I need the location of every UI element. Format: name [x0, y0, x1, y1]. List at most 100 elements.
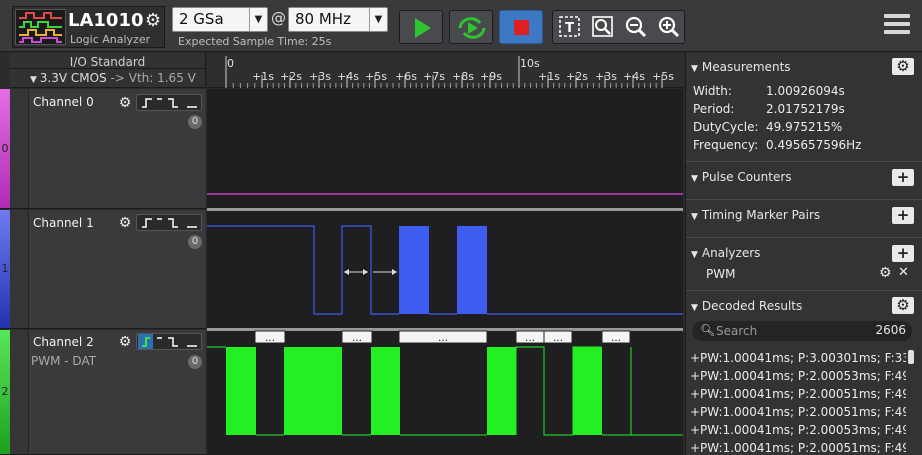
stop-button[interactable]: [499, 10, 543, 44]
decoded-results-title: Decoded Results: [701, 299, 803, 313]
waveform-canvas[interactable]: ………………: [207, 89, 683, 455]
decoded-row[interactable]: +PW:1.00041ms; P:2.00051ms; F:499.: [690, 441, 906, 455]
channel-2-color-tab[interactable]: 2: [0, 330, 10, 454]
measurements-header[interactable]: ▼ Measurements: [691, 60, 791, 74]
ruler-label: +4s: [623, 70, 645, 83]
add-analyzer-button[interactable]: +: [892, 245, 914, 262]
measurement-label: Width:: [693, 84, 732, 98]
device-selector[interactable]: LA1010 Logic Analyzer ⚙: [12, 6, 165, 48]
measurement-label: DutyCycle:: [693, 120, 759, 134]
zoom-out-icon[interactable]: [619, 11, 652, 43]
ruler-label: 0: [227, 57, 234, 70]
toolbar: LA1010 Logic Analyzer ⚙ 2 GSa ▼ @ 80 MHz…: [0, 0, 922, 52]
trigger-edge-icons: [142, 98, 197, 108]
trigger-selector[interactable]: [136, 214, 202, 231]
analyzers-title: Analyzers: [701, 246, 761, 260]
channel-settings-gear-icon[interactable]: ⚙: [117, 95, 133, 111]
time-ruler[interactable]: 0 +1s +2s +3s +4s +5s +6s +7s +8s +9s 10s +1s +2s +3s…: [207, 53, 683, 88]
results-count: 2606: [875, 323, 906, 337]
sample-rate-value: 2 GSa: [179, 10, 224, 28]
timing-markers-title: Timing Marker Pairs: [701, 208, 821, 222]
collapse-triangle-icon: ▼: [691, 303, 698, 313]
divider: [686, 161, 922, 162]
decoded-row[interactable]: +PW:1.00041ms; P:2.00053ms; F:499.: [690, 369, 906, 383]
channel-row-2[interactable]: 2 Channel 2 PWM - DAT ⚙ 0: [0, 330, 206, 455]
loop-run-button[interactable]: [449, 10, 493, 44]
decoded-row[interactable]: +PW:1.00041ms; P:2.00053ms; F:499.: [690, 423, 906, 437]
ruler-label: +6s: [395, 70, 417, 83]
measurements-title: Measurements: [701, 60, 791, 74]
add-pulse-counter-button[interactable]: +: [892, 169, 914, 186]
decoded-results-settings-gear-icon[interactable]: ⚙: [892, 297, 914, 314]
decoded-scrollbar[interactable]: [908, 350, 914, 364]
channel-row-0[interactable]: 0 Channel 0 ⚙ 0: [0, 89, 206, 209]
collapse-triangle-icon: ▼: [691, 250, 698, 260]
add-timing-marker-button[interactable]: +: [892, 207, 914, 224]
analyzer-item[interactable]: PWM: [706, 267, 735, 281]
divider: [686, 290, 922, 291]
ruler-label: +2s: [566, 70, 588, 83]
timing-markers-header[interactable]: ▼ Timing Marker Pairs: [691, 208, 820, 222]
zoom-area-icon[interactable]: [586, 11, 619, 43]
decoder-annotations[interactable]: ………………: [254, 330, 631, 344]
left-edge: [0, 53, 10, 88]
divider: [686, 237, 922, 238]
channel-row-1[interactable]: 1 Channel 1 ⚙ 0: [0, 210, 206, 329]
run-button[interactable]: [399, 10, 443, 44]
zoom-in-icon[interactable]: [652, 11, 685, 43]
search-input[interactable]: Search: [716, 324, 757, 338]
channel-0-color-tab[interactable]: 0: [0, 89, 10, 208]
decoder-annotation-text: …: [438, 333, 448, 344]
channel-name: Channel 0: [33, 95, 94, 109]
trigger-edge-icons: [138, 334, 197, 349]
device-subtitle: Logic Analyzer: [70, 33, 151, 46]
threshold-voltage: -> Vth: 1.65 V: [110, 71, 196, 85]
main-menu-hamburger-icon[interactable]: [884, 14, 910, 38]
measurement-value: 49.975215%: [766, 120, 843, 134]
measurements-settings-gear-icon[interactable]: ⚙: [892, 58, 914, 75]
ruler-label: +3s: [595, 70, 617, 83]
view-tools: T: [552, 10, 685, 44]
ruler-label: +3s: [309, 70, 331, 83]
trigger-selector[interactable]: [136, 333, 202, 350]
sample-frequency-select[interactable]: 80 MHz ▼: [288, 7, 388, 32]
device-settings-gear-icon[interactable]: ⚙: [142, 10, 164, 32]
channel-index: 0: [1, 141, 9, 155]
decoded-row[interactable]: +PW:1.00041ms; P:3.00301ms; F:332.: [690, 351, 906, 365]
decoder-annotation-text: …: [611, 333, 621, 344]
io-standard-value[interactable]: ▼ 3.3V CMOS -> Vth: 1.65 V: [10, 69, 205, 85]
time-ruler-ticks: 0+1s +2s +3s +4s +5s +6s +7s +8s +9s10s+1s +2s +3s…: [225, 56, 674, 88]
decoded-row[interactable]: +PW:1.00041ms; P:2.00051ms; F:499.: [690, 405, 906, 419]
sample-rate-select[interactable]: 2 GSa ▼: [172, 7, 268, 32]
io-standard-header[interactable]: I/O Standard ▼ 3.3V CMOS -> Vth: 1.65 V: [10, 53, 206, 88]
search-icon: 🔍︎: [700, 323, 716, 337]
measurement-label: Period:: [693, 102, 735, 116]
pulse-counters-header[interactable]: ▼ Pulse Counters: [691, 170, 792, 184]
right-panel: ▼ Measurements ⚙ Width: 1.00926094s Perio…: [685, 53, 922, 455]
measurement-label: Frequency:: [693, 138, 759, 152]
decoded-results-header[interactable]: ▼ Decoded Results: [691, 299, 802, 313]
channel-settings-gear-icon[interactable]: ⚙: [117, 215, 133, 231]
io-standard-level: 3.3V CMOS: [39, 71, 107, 85]
ruler-label: +8s: [452, 70, 474, 83]
chevron-down-icon: ▼: [30, 75, 40, 85]
sample-frequency-value: 80 MHz: [295, 10, 351, 28]
ruler-label: +4s: [337, 70, 359, 83]
channel-settings-gear-icon[interactable]: ⚙: [117, 334, 133, 350]
trigger-selector[interactable]: [136, 94, 202, 111]
ruler-label: +1s: [252, 70, 274, 83]
decoder-annotation-text: …: [525, 333, 535, 344]
collapse-triangle-icon: ▼: [691, 174, 698, 184]
analyzers-header[interactable]: ▼ Analyzers: [691, 246, 760, 260]
io-standard-title: I/O Standard: [10, 53, 205, 69]
text-cursor-tool-icon[interactable]: T: [553, 11, 586, 43]
decoded-row[interactable]: +PW:1.00041ms; P:2.00051ms; F:499.: [690, 387, 906, 401]
channel-1-color-tab[interactable]: 1: [0, 210, 10, 328]
analyzer-settings-gear-icon[interactable]: ⚙: [879, 265, 892, 281]
analyzer-remove-close-icon[interactable]: ✕: [898, 265, 909, 280]
waveform-area[interactable]: ………………: [207, 89, 683, 455]
device-name: LA1010: [68, 10, 144, 31]
channel-1-signal: [207, 225, 683, 315]
trigger-edge-icons: [142, 218, 197, 228]
decoded-search[interactable]: 🔍︎ Search 2606: [692, 321, 912, 341]
